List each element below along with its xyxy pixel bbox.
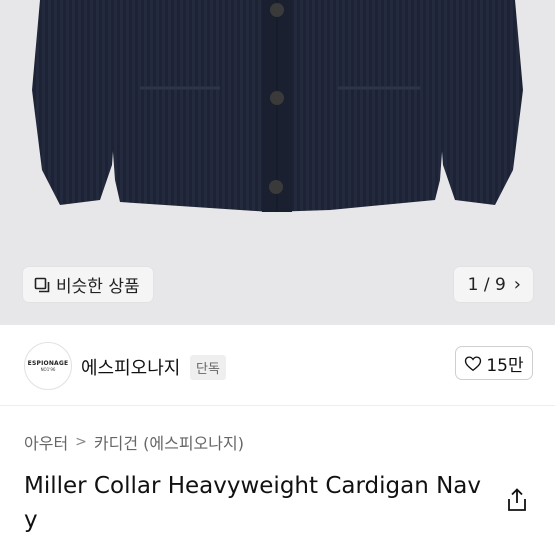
like-button[interactable]: 15만 <box>455 346 533 380</box>
avatar-logo-text: ESPIONAGE <box>27 360 69 367</box>
image-pager-count: 1 / 9 <box>467 274 506 295</box>
breadcrumb-item-cardigan[interactable]: 카디건 (에스피오나지) <box>94 430 244 454</box>
breadcrumb: 아우터 > 카디건 (에스피오나지) <box>24 430 244 454</box>
seller-avatar[interactable]: ESPIONAGE NO1'96 <box>24 342 72 390</box>
share-icon[interactable] <box>506 488 528 512</box>
similar-products-button[interactable]: 비슷한 상품 <box>23 267 153 302</box>
seller-row: ESPIONAGE NO1'96 에스피오나지 단독 15만 <box>0 325 555 405</box>
seller-name[interactable]: 에스피오나지 <box>81 354 180 380</box>
image-pager[interactable]: 1 / 9 › <box>453 267 533 302</box>
breadcrumb-item-outer[interactable]: 아우터 <box>24 430 68 454</box>
avatar-logo-subtext: NO1'96 <box>40 367 56 372</box>
similar-products-label: 비슷한 상품 <box>56 277 140 297</box>
exclusive-badge: 단독 <box>190 355 226 380</box>
heart-icon <box>465 355 482 371</box>
product-image-area[interactable]: 비슷한 상품 1 / 9 › <box>0 0 555 325</box>
square-stack-icon <box>34 277 50 292</box>
like-count: 15만 <box>486 355 524 376</box>
chevron-right-icon: > <box>75 434 87 450</box>
chevron-right-icon: › <box>513 274 521 295</box>
product-title: Miller Collar Heavyweight Cardigan Navy <box>24 473 482 533</box>
section-divider <box>0 405 555 406</box>
